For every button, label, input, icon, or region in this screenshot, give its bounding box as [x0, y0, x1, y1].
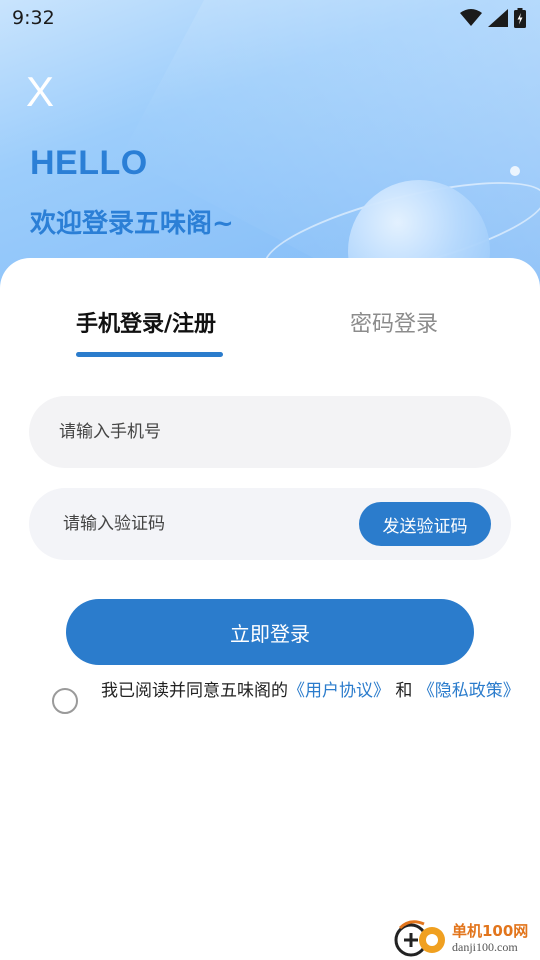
login-card: 手机登录/注册 密码登录 发送验证码 立即登录 我已阅读并同意五味阁的《用户协议… — [0, 258, 540, 960]
verification-code-input[interactable] — [63, 504, 363, 544]
close-button[interactable]: X — [26, 70, 60, 114]
send-code-button[interactable]: 发送验证码 — [359, 502, 491, 546]
agreement-text: 我已阅读并同意五味阁的《用户协议》 和 《隐私政策》 — [101, 680, 521, 702]
greeting-title: HELLO — [30, 144, 148, 182]
active-tab-indicator — [76, 352, 223, 357]
privacy-policy-link[interactable]: 《隐私政策》 — [418, 681, 520, 701]
status-bar: 9:32 — [0, 0, 540, 36]
tab-password-login[interactable]: 密码登录 — [350, 306, 438, 338]
site-watermark: 单机100网 danji100.com — [392, 916, 540, 960]
welcome-subtitle: 欢迎登录五味阁~ — [30, 209, 234, 239]
agreement-radio[interactable] — [52, 688, 78, 714]
battery-icon — [514, 8, 526, 28]
user-agreement-link[interactable]: 《用户协议》 — [288, 681, 390, 701]
watermark-cn-text: 单机100网 — [452, 922, 529, 940]
watermark-logo-icon — [394, 920, 445, 957]
login-button[interactable]: 立即登录 — [66, 599, 474, 665]
status-time: 9:32 — [12, 7, 55, 29]
phone-field[interactable] — [29, 396, 511, 468]
agreement-conjunction: 和 — [390, 681, 418, 701]
watermark-domain-text: danji100.com — [452, 940, 518, 954]
cellular-signal-icon — [488, 9, 508, 27]
tab-phone-login[interactable]: 手机登录/注册 — [76, 306, 216, 338]
status-icons — [460, 8, 526, 28]
agreement-prefix: 我已阅读并同意五味阁的 — [101, 681, 288, 701]
header-banner: 9:32 X HELLO 欢迎登录五味阁~ — [0, 0, 540, 300]
verification-code-field[interactable]: 发送验证码 — [29, 488, 511, 560]
phone-input[interactable] — [59, 412, 359, 452]
sparkle-decoration — [510, 166, 520, 176]
wifi-icon — [460, 9, 482, 26]
